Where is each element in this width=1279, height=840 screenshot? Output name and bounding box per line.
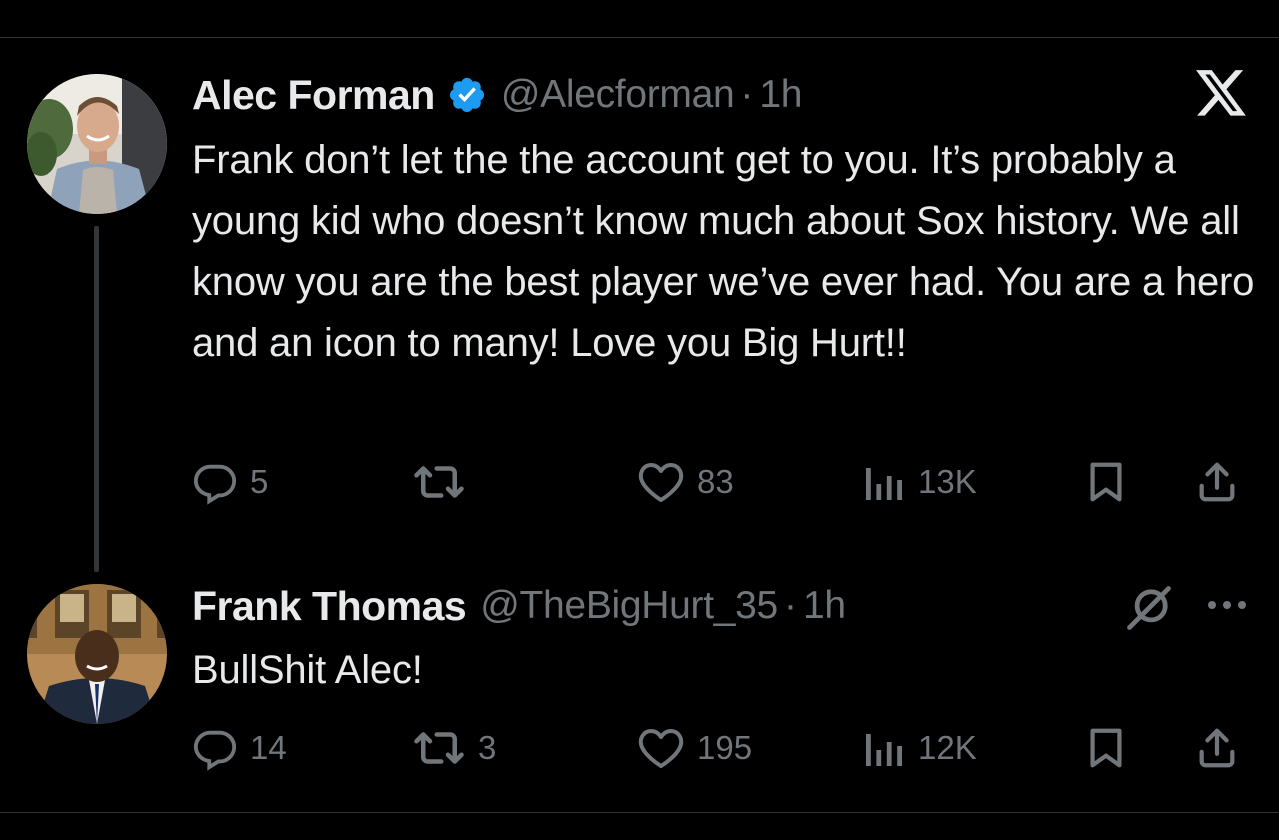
reply-icon [192,459,238,505]
views-button[interactable]: 12K [862,718,977,778]
tweet-actions: 14 3 195 12K [0,718,1279,778]
separator-dot: · [783,584,797,627]
bookmark-icon [1083,459,1129,505]
retweet-button[interactable] [412,452,478,512]
retweet-icon [412,725,466,771]
share-button[interactable] [1194,718,1240,778]
bookmark-button[interactable] [1083,718,1129,778]
heart-icon [637,726,685,770]
timestamp[interactable]: 1h [759,73,802,117]
share-icon [1194,459,1240,505]
tweet-text: BullShit Alec! [192,648,423,692]
x-logo-icon [1196,70,1248,118]
reply-button[interactable]: 5 [192,452,268,512]
share-button[interactable] [1194,452,1240,512]
views-count: 13K [918,463,977,500]
tweet-actions: 5 83 13K [0,452,1279,512]
reply-icon [192,725,238,771]
mute-icon[interactable] [1123,582,1175,634]
avatar-frank-thomas[interactable] [27,584,167,724]
heart-icon [637,460,685,504]
avatar-alec-forman[interactable] [27,74,167,214]
like-count: 83 [697,463,734,500]
author-name[interactable]: Alec Forman [192,72,435,119]
views-button[interactable]: 13K [862,452,977,512]
bookmark-icon [1083,725,1129,771]
reply-count: 14 [250,729,287,766]
reply-count: 5 [250,463,269,500]
like-button[interactable]: 195 [637,718,752,778]
like-button[interactable]: 83 [637,452,734,512]
separator-dot: · [740,73,754,116]
author-name[interactable]: Frank Thomas [192,583,467,630]
reply-button[interactable]: 14 [192,718,287,778]
retweet-count: 3 [478,729,497,766]
views-icon [862,726,906,770]
timestamp[interactable]: 1h [803,584,846,628]
top-divider [0,37,1279,38]
thread-connector-line [94,226,99,572]
tweet-text: Frank don’t let the the account get to y… [192,138,1255,365]
retweet-button[interactable]: 3 [412,718,496,778]
tweet-header: Alec Forman @Alecforman · 1h [192,72,802,118]
author-handle[interactable]: @Alecforman [501,73,735,117]
tweet-header: Frank Thomas @TheBigHurt_35 · 1h [192,583,846,629]
more-icon[interactable] [1205,598,1249,612]
share-icon [1194,725,1240,771]
bookmark-button[interactable] [1083,452,1129,512]
bottom-divider [0,812,1279,813]
views-icon [862,460,906,504]
views-count: 12K [918,729,977,766]
retweet-icon [412,459,466,505]
author-handle[interactable]: @TheBigHurt_35 [480,584,778,628]
like-count: 195 [697,729,753,766]
verified-badge-icon [447,75,487,115]
